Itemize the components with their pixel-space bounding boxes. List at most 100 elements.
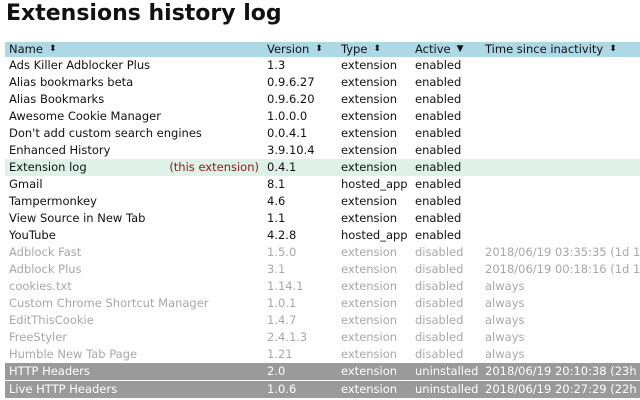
cell-version: 1.14.1 (263, 278, 337, 295)
cell-time: always (481, 329, 640, 346)
cell-time (481, 57, 640, 74)
table-row: YouTube4.2.8hosted_appenabled (5, 227, 640, 244)
cell-active: disabled (411, 329, 481, 346)
table-row: FreeStyler 2.4.1.3extensiondisabledalways (5, 329, 640, 346)
table-row: Tampermonkey4.6extensionenabled (5, 193, 640, 210)
table-header-row: Name⬍ Version⬍ Type⬍ Active▼ Time since … (5, 42, 640, 57)
cell-type: extension (337, 91, 411, 108)
cell-active: disabled (411, 244, 481, 261)
table-row: Extension log(this extension)0.4.1extens… (5, 159, 640, 176)
extension-name: Alias bookmarks beta (9, 75, 133, 89)
cell-type: hosted_app (337, 176, 411, 193)
extension-name: Enhanced History (9, 143, 110, 157)
cell-time: always (481, 312, 640, 329)
cell-active: enabled (411, 74, 481, 91)
column-header-time[interactable]: Time since inactivity⬍ (481, 42, 640, 57)
table-row: Adblock Fast1.5.0extensiondisabled2018/0… (5, 244, 640, 261)
extension-name: Alias Bookmarks (9, 92, 104, 106)
cell-active: uninstalled (411, 363, 481, 381)
page-title: Extensions history log (6, 0, 282, 28)
cell-type: extension (337, 74, 411, 91)
cell-active: disabled (411, 261, 481, 278)
column-header-label: Type (341, 42, 367, 56)
sort-both-icon: ⬍ (49, 42, 57, 57)
extension-name: Humble New Tab Page (9, 347, 137, 361)
table-row: Adblock Plus3.1extensiondisabled2018/06/… (5, 261, 640, 278)
cell-active: enabled (411, 57, 481, 74)
cell-type: extension (337, 108, 411, 125)
cell-active: disabled (411, 295, 481, 312)
column-header-version[interactable]: Version⬍ (263, 42, 337, 57)
cell-type: extension (337, 278, 411, 295)
extension-name: Awesome Cookie Manager (9, 109, 161, 123)
table-row: View Source in New Tab1.1extensionenable… (5, 210, 640, 227)
extension-name: Adblock Plus (9, 262, 82, 276)
cell-version: 0.9.6.27 (263, 74, 337, 91)
extension-name: Custom Chrome Shortcut Manager (9, 296, 209, 310)
extensions-table: Name⬍ Version⬍ Type⬍ Active▼ Time since … (5, 42, 640, 398)
cell-time (481, 91, 640, 108)
cell-type: hosted_app (337, 227, 411, 244)
cell-active: enabled (411, 91, 481, 108)
table-row: Alias bookmarks beta 0.9.6.27extensionena… (5, 74, 640, 91)
column-header-type[interactable]: Type⬍ (337, 42, 411, 57)
table-row: Ads Killer Adblocker Plus1.3extensionena… (5, 57, 640, 74)
column-header-label: Name (9, 42, 43, 56)
cell-name: View Source in New Tab (5, 210, 263, 227)
table-row: Gmail8.1hosted_appenabled (5, 176, 640, 193)
table-row: cookies.txt1.14.1extensiondisabledalways (5, 278, 640, 295)
table-row: Awesome Cookie Manager1.0.0.0extensionen… (5, 108, 640, 125)
cell-version: 1.5.0 (263, 244, 337, 261)
table-row: Live HTTP Headers1.0.6extensionuninstall… (5, 381, 640, 399)
cell-version: 1.3 (263, 57, 337, 74)
column-header-label: Version (267, 42, 309, 56)
sort-both-icon: ⬍ (609, 42, 617, 57)
cell-type: extension (337, 57, 411, 74)
cell-version: 3.9.10.4 (263, 142, 337, 159)
extension-name: Live HTTP Headers (9, 382, 117, 396)
table-row: Custom Chrome Shortcut Manager1.0.1exten… (5, 295, 640, 312)
cell-name: Humble New Tab Page (5, 346, 263, 363)
cell-version: 0.0.4.1 (263, 125, 337, 142)
cell-type: extension (337, 363, 411, 381)
cell-time (481, 142, 640, 159)
this-extension-note: (this extension) (169, 159, 259, 176)
cell-name: Awesome Cookie Manager (5, 108, 263, 125)
cell-name: Enhanced History (5, 142, 263, 159)
cell-name: Alias Bookmarks (5, 91, 263, 108)
cell-time (481, 159, 640, 176)
extension-name: Don't add custom search engines (9, 126, 202, 140)
table-row: Alias Bookmarks 0.9.6.20extensionenabled (5, 91, 640, 108)
cell-name: Tampermonkey (5, 193, 263, 210)
cell-type: extension (337, 244, 411, 261)
column-header-name[interactable]: Name ⬍ (5, 42, 263, 57)
cell-version: 3.1 (263, 261, 337, 278)
cell-type: extension (337, 125, 411, 142)
cell-name: YouTube (5, 227, 263, 244)
cell-active: enabled (411, 125, 481, 142)
cell-version: 1.0.1 (263, 295, 337, 312)
column-header-active[interactable]: Active▼ (411, 42, 481, 57)
cell-active: disabled (411, 278, 481, 295)
cell-name: EditThisCookie (5, 312, 263, 329)
cell-time (481, 227, 640, 244)
cell-version: 0.9.6.20 (263, 91, 337, 108)
extension-name: View Source in New Tab (9, 211, 145, 225)
cell-name: Adblock Fast (5, 244, 263, 261)
cell-name: FreeStyler (5, 329, 263, 346)
cell-type: extension (337, 210, 411, 227)
cell-version: 2.4.1.3 (263, 329, 337, 346)
cell-version: 1.0.0.0 (263, 108, 337, 125)
cell-time (481, 108, 640, 125)
cell-type: extension (337, 381, 411, 399)
extension-name: EditThisCookie (9, 313, 94, 327)
extension-name: Adblock Fast (9, 245, 81, 259)
extension-name: FreeStyler (9, 330, 67, 344)
cell-version: 0.4.1 (263, 159, 337, 176)
cell-time: always (481, 278, 640, 295)
cell-time (481, 74, 640, 91)
cell-active: enabled (411, 176, 481, 193)
cell-active: disabled (411, 346, 481, 363)
table-row: EditThisCookie1.4.7extensiondisabledalwa… (5, 312, 640, 329)
cell-type: extension (337, 329, 411, 346)
